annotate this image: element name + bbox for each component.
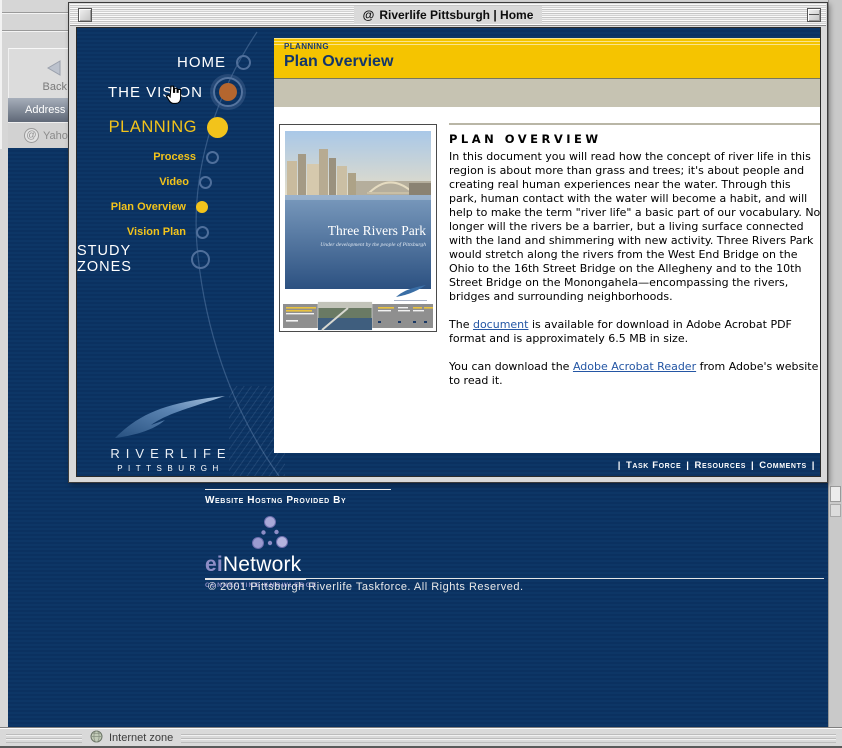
collapse-box[interactable] [807,8,821,22]
document-link[interactable]: document [473,318,529,331]
three-rivers-park-poster-image[interactable]: Three Rivers Park Under development by t… [279,124,437,332]
at-icon: @ [24,128,39,143]
scrollbar-thumb[interactable] [830,486,841,502]
nav-circle-icon [196,226,209,239]
window-title-bar[interactable]: @ Riverlife Pittsburgh | Home [70,4,826,26]
toolbar-divider [2,30,69,31]
globe-icon [90,730,103,746]
status-bar: Internet zone [0,727,842,748]
sidebar-item-vision-plan[interactable]: Vision Plan [77,225,209,239]
content-area: Three Rivers Park Under development by t… [274,107,821,453]
nav-circle-icon [213,77,243,107]
nav-circle-icon [196,201,208,213]
nav-label: Plan Overview [111,201,186,213]
einetwork-triangle-icon [249,516,365,555]
nav-circle-icon [207,117,228,138]
riverlife-city: PITTSBURGH [85,464,251,473]
reader-paragraph: You can download the Adobe Acrobat Reade… [449,360,821,388]
nav-label: STUDY ZONES [77,243,181,275]
riverlife-wordmark: RIVERLIFE [85,446,251,461]
vertical-scrollbar[interactable] [828,0,842,727]
divider [205,579,306,580]
header-sub-band [274,79,821,107]
riverlife-logo[interactable]: RIVERLIFE PITTSBURGH [85,394,251,473]
page-icon: @ [363,8,375,22]
sidebar-item-planning[interactable]: PLANNING [77,116,228,138]
comments-link[interactable]: Comments [759,460,806,471]
back-button[interactable]: Back [8,48,71,98]
divider [205,489,391,490]
nav-circle-icon [206,151,219,164]
page-title: Plan Overview [284,53,393,71]
sidebar-item-video[interactable]: Video [77,175,212,189]
main-panel: PLANNING Plan Overview [274,38,821,453]
hosting-label: Website Hostng Provided By [205,495,346,506]
poster-title: Three Rivers Park [328,223,426,238]
nav-label: Process [153,151,196,163]
hand-cursor [165,85,184,105]
favorites-bar-item[interactable]: @ Yahoo [8,122,71,149]
article-heading: PLAN OVERVIEW [449,132,821,146]
footer-links: |Task Force|Resources|Comments| [274,460,820,471]
screen: Back Address : @ Yahoo Website Hostng Pr… [0,0,842,748]
riverlife-window: @ Riverlife Pittsburgh | Home HOME THE V… [68,2,828,483]
nav-label: HOME [177,54,226,71]
security-zone: Internet zone [82,730,181,746]
nav-label: Vision Plan [127,226,186,238]
status-zone-label: Internet zone [109,732,173,744]
page-header-band: PLANNING Plan Overview [274,38,821,79]
nav-circle-icon [199,176,212,189]
article: PLAN OVERVIEW In this document you will … [449,123,821,402]
sidebar-item-home[interactable]: HOME [77,50,251,74]
nav-label: PLANNING [109,118,197,137]
breadcrumb: PLANNING [284,42,329,51]
window-title: @ Riverlife Pittsburgh | Home [354,6,543,24]
sidebar-item-process[interactable]: Process [77,150,219,164]
sidebar-item-the-vision[interactable]: THE VISION [77,77,243,107]
copyright-text: © 2001 Pittsburgh Riverlife Taskforce. A… [208,581,524,593]
acrobat-reader-link[interactable]: Adobe Acrobat Reader [573,360,696,373]
article-divider [449,123,821,125]
nav-circle-icon [191,250,210,269]
poster-subtitle: Under development by the people of Pitts… [320,241,426,248]
toolbar-divider [2,12,69,13]
page-content: HOME THE VISION PLANNING Process Video P… [76,27,821,477]
background-browser-toolbar: Back Address : @ Yahoo [0,0,69,149]
download-paragraph: The document is available for download i… [449,318,821,346]
orange-dot [219,83,237,101]
sidebar-item-study-zones[interactable]: STUDY ZONES [77,249,210,269]
task-force-link[interactable]: Task Force [626,460,681,471]
favorite-label: Yahoo [43,130,71,142]
resources-link[interactable]: Resources [694,460,746,471]
scrollbar-segment[interactable] [830,504,841,517]
divider [205,578,824,579]
nav-label: Video [159,176,189,188]
article-body: In this document you will read how the c… [449,150,821,304]
address-bar-label: Address : [8,98,71,122]
close-box[interactable] [78,8,92,22]
einetwork-wordmark: eiNetwork [205,553,365,577]
nav-circle-icon [236,55,251,70]
nav-label: THE VISION [108,84,203,101]
back-button-label: Back [9,81,67,93]
back-arrow-icon [45,59,63,82]
riverlife-swoosh-icon [107,394,229,440]
sidebar-item-plan-overview[interactable]: Plan Overview [77,200,208,213]
